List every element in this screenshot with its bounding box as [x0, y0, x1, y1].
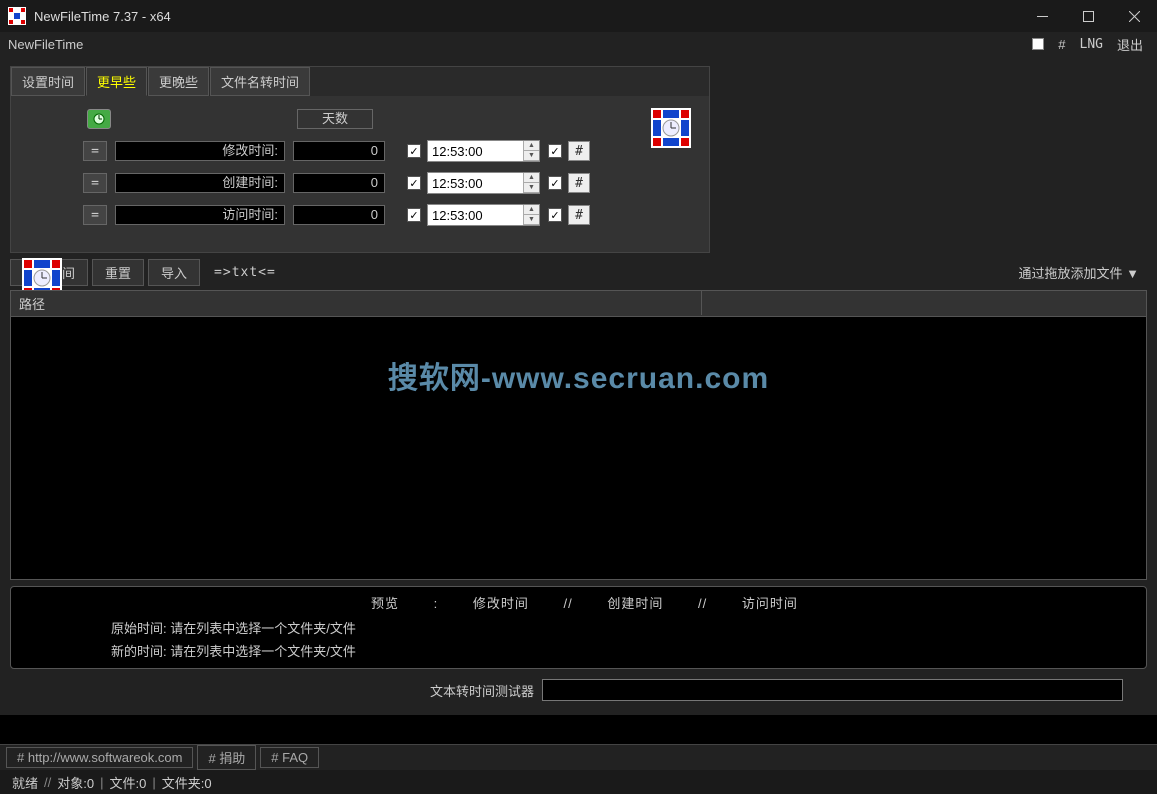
window-title: NewFileTime 7.37 - x64: [34, 9, 1019, 24]
statusbar: 就绪 // 对象:0 | 文件:0 | 文件夹:0: [0, 770, 1157, 794]
preview-new-row: 新的时间: 请在列表中选择一个文件夹/文件: [31, 639, 1126, 662]
close-button[interactable]: [1111, 0, 1157, 32]
clock-icon: [93, 113, 105, 125]
checkbox-modify-2[interactable]: ✓: [548, 144, 562, 158]
footer-link-faq[interactable]: # FAQ: [260, 747, 319, 768]
maximize-button[interactable]: [1065, 0, 1111, 32]
path-column-header[interactable]: 路径: [11, 291, 1146, 317]
reset-button[interactable]: 重置: [92, 259, 144, 286]
text-to-time-tester: 文本转时间测试器: [10, 669, 1147, 705]
toolbar: 更新时间 重置 导入 =>txt<= 通过拖放添加文件 ▼: [10, 253, 1147, 290]
column-divider[interactable]: [701, 291, 702, 315]
time-input-access[interactable]: 12:53:00 ▲▼: [427, 204, 540, 226]
days-input-create[interactable]: 0: [293, 173, 385, 193]
content: 设置时间 更早些 更晚些 文件名转时间 天数: [0, 56, 1157, 715]
eq-button-access[interactable]: =: [83, 205, 107, 225]
app-name-menu[interactable]: NewFileTime: [8, 37, 83, 52]
label-modify: 修改时间:: [115, 141, 285, 161]
preview-original-row: 原始时间: 请在列表中选择一个文件夹/文件: [31, 616, 1126, 639]
app-icon: [8, 7, 26, 25]
titlebar: NewFileTime 7.37 - x64: [0, 0, 1157, 32]
time-input-create[interactable]: 12:53:00 ▲▼: [427, 172, 540, 194]
eq-button-create[interactable]: =: [83, 173, 107, 193]
tab-filename-to-time[interactable]: 文件名转时间: [210, 67, 310, 96]
clock-button[interactable]: [87, 109, 111, 129]
hash-button-create[interactable]: #: [568, 173, 590, 193]
app-logo-panel: [651, 108, 691, 148]
footer-links: # http://www.softwareok.com # 捐助 # FAQ: [0, 744, 1157, 770]
time-input-modify[interactable]: 12:53:00 ▲▼: [427, 140, 540, 162]
label-access: 访问时间:: [115, 205, 285, 225]
status-objects: 对象:0: [57, 773, 94, 792]
checkbox-create-1[interactable]: ✓: [407, 176, 421, 190]
file-list[interactable]: 路径 搜软网-www.secruan.com: [10, 290, 1147, 580]
footer-link-donate[interactable]: # 捐助: [197, 745, 256, 770]
spinner-access[interactable]: ▲▼: [523, 205, 539, 225]
import-button[interactable]: 导入: [148, 259, 200, 286]
tab-later[interactable]: 更晚些: [148, 67, 209, 96]
watermark-text: 搜软网-www.secruan.com: [11, 353, 1146, 397]
days-input-access[interactable]: 0: [293, 205, 385, 225]
status-folders: 文件夹:0: [162, 773, 212, 792]
menubar-exit[interactable]: 退出: [1117, 35, 1143, 54]
tester-input[interactable]: [542, 679, 1123, 701]
days-input-modify[interactable]: 0: [293, 141, 385, 161]
label-create: 创建时间:: [115, 173, 285, 193]
hash-button-access[interactable]: #: [568, 205, 590, 225]
menubar-lng[interactable]: LNG: [1080, 37, 1103, 52]
tabs: 设置时间 更早些 更晚些 文件名转时间: [11, 67, 709, 96]
preview-panel: 预览 : 修改时间 // 创建时间 // 访问时间 原始时间: 请在列表中选择一…: [10, 586, 1147, 669]
settings-panel: 设置时间 更早些 更晚些 文件名转时间 天数: [10, 66, 710, 253]
status-files: 文件:0: [109, 773, 146, 792]
drag-drop-hint[interactable]: 通过拖放添加文件 ▼: [1019, 263, 1147, 282]
checkbox-access-2[interactable]: ✓: [548, 208, 562, 222]
tab-earlier[interactable]: 更早些: [86, 67, 147, 96]
tester-label: 文本转时间测试器: [430, 681, 534, 700]
tab-set-time[interactable]: 设置时间: [11, 67, 85, 96]
days-header-button[interactable]: 天数: [297, 109, 373, 129]
checkbox-create-2[interactable]: ✓: [548, 176, 562, 190]
spinner-modify[interactable]: ▲▼: [523, 141, 539, 161]
menubar: NewFileTime # LNG 退出: [0, 32, 1157, 56]
eq-button-modify[interactable]: =: [83, 141, 107, 161]
footer-link-website[interactable]: # http://www.softwareok.com: [6, 747, 193, 768]
checkbox-modify-1[interactable]: ✓: [407, 144, 421, 158]
spinner-create[interactable]: ▲▼: [523, 173, 539, 193]
minimize-button[interactable]: [1019, 0, 1065, 32]
hash-button-modify[interactable]: #: [568, 141, 590, 161]
preview-header: 预览 : 修改时间 // 创建时间 // 访问时间: [31, 593, 1126, 612]
menubar-hash[interactable]: #: [1058, 37, 1065, 52]
checkbox-access-1[interactable]: ✓: [407, 208, 421, 222]
menubar-checkbox[interactable]: [1032, 38, 1044, 50]
status-ready: 就绪: [12, 773, 38, 792]
txt-export-link[interactable]: =>txt<=: [204, 262, 286, 283]
tab-body: 天数 = 修改时间: 0 ✓ 12:53:00 ▲▼ ✓ # = 创建时间: 0: [11, 96, 709, 252]
